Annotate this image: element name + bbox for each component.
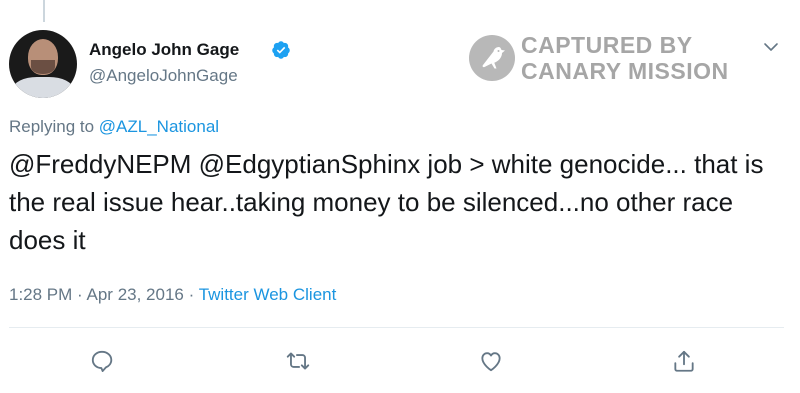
tweet-date[interactable]: Apr 23, 2016 — [87, 285, 184, 304]
chevron-down-icon[interactable] — [762, 38, 780, 56]
watermark-line-2: CANARY MISSION — [521, 58, 729, 84]
tweet-text: @FreddyNEPM @EdgyptianSphinx job > white… — [9, 149, 764, 255]
canary-bird-logo-icon — [469, 35, 515, 81]
reply-icon — [91, 350, 113, 372]
meta-separator: · — [77, 285, 83, 304]
divider — [9, 327, 784, 328]
tweet-source-link[interactable]: Twitter Web Client — [199, 285, 337, 304]
tweet-time[interactable]: 1:28 PM — [9, 285, 72, 304]
reply-button[interactable] — [89, 348, 115, 374]
tweet-meta: 1:28 PM · Apr 23, 2016 · Twitter Web Cli… — [9, 285, 336, 305]
avatar-beard — [31, 60, 55, 74]
verified-badge-icon — [272, 41, 290, 59]
avatar[interactable] — [9, 30, 77, 98]
replying-to-label: Replying to — [9, 117, 95, 136]
replying-to: Replying to @AZL_National — [9, 117, 219, 137]
share-button[interactable] — [671, 348, 697, 374]
share-icon — [674, 350, 694, 372]
canary-mission-watermark: CAPTURED BY CANARY MISSION — [469, 32, 729, 84]
like-icon — [481, 352, 501, 372]
meta-separator: · — [188, 285, 195, 304]
author-display-name[interactable]: Angelo John Gage — [89, 40, 239, 60]
retweet-button[interactable] — [285, 348, 311, 374]
replying-to-mention-link[interactable]: @AZL_National — [99, 117, 219, 136]
like-button[interactable] — [478, 348, 504, 374]
avatar-shirt — [13, 77, 73, 98]
thread-connector-line — [43, 0, 45, 22]
author-handle[interactable]: @AngeloJohnGage — [89, 66, 238, 86]
watermark-line-1: CAPTURED BY — [521, 32, 693, 58]
retweet-icon — [286, 352, 310, 370]
